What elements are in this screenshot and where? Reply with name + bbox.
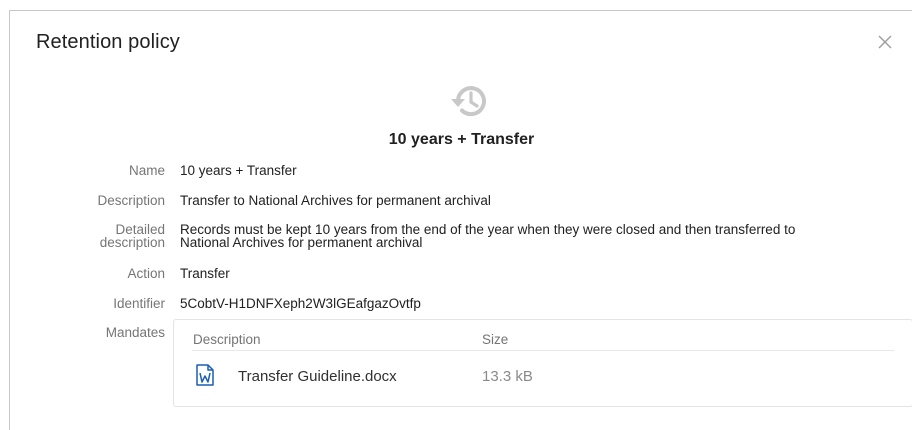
table-row[interactable]: Transfer Guideline.docx 13.3 kB	[174, 354, 912, 394]
field-value-identifier: 5CobtV-H1DNFXeph2W3lGEafgazOvtfp	[180, 296, 421, 311]
field-label: Description	[97, 193, 165, 208]
file-size: 13.3 kB	[482, 368, 533, 385]
word-document-icon	[195, 364, 215, 386]
history-icon	[448, 79, 492, 123]
field-label: Action	[127, 266, 165, 281]
field-label: Mandates	[105, 325, 165, 340]
file-name-link[interactable]: Transfer Guideline.docx	[238, 368, 397, 385]
dialog-title: Retention policy	[36, 31, 180, 53]
column-header-description: Description	[193, 332, 261, 347]
divider	[192, 350, 894, 351]
policy-heading: 10 years + Transfer	[388, 131, 535, 148]
field-label: Identifier	[113, 296, 165, 311]
field-label: Name	[128, 163, 165, 178]
mandates-table: Description Size Transfer Guideline.docx…	[173, 319, 912, 407]
field-value-description: Transfer to National Archives for perman…	[180, 193, 491, 208]
field-label: description	[99, 235, 165, 250]
field-value-detailed-description-cont: National Archives for permanent archival	[180, 235, 423, 250]
field-value-name: 10 years + Transfer	[180, 163, 297, 178]
close-icon[interactable]	[876, 33, 894, 51]
column-header-size: Size	[482, 332, 509, 347]
retention-policy-dialog: Retention policy 10 years + Transfer Nam…	[9, 10, 912, 430]
mandates-table-header: Description Size	[174, 320, 912, 350]
field-value-action: Transfer	[180, 266, 230, 281]
